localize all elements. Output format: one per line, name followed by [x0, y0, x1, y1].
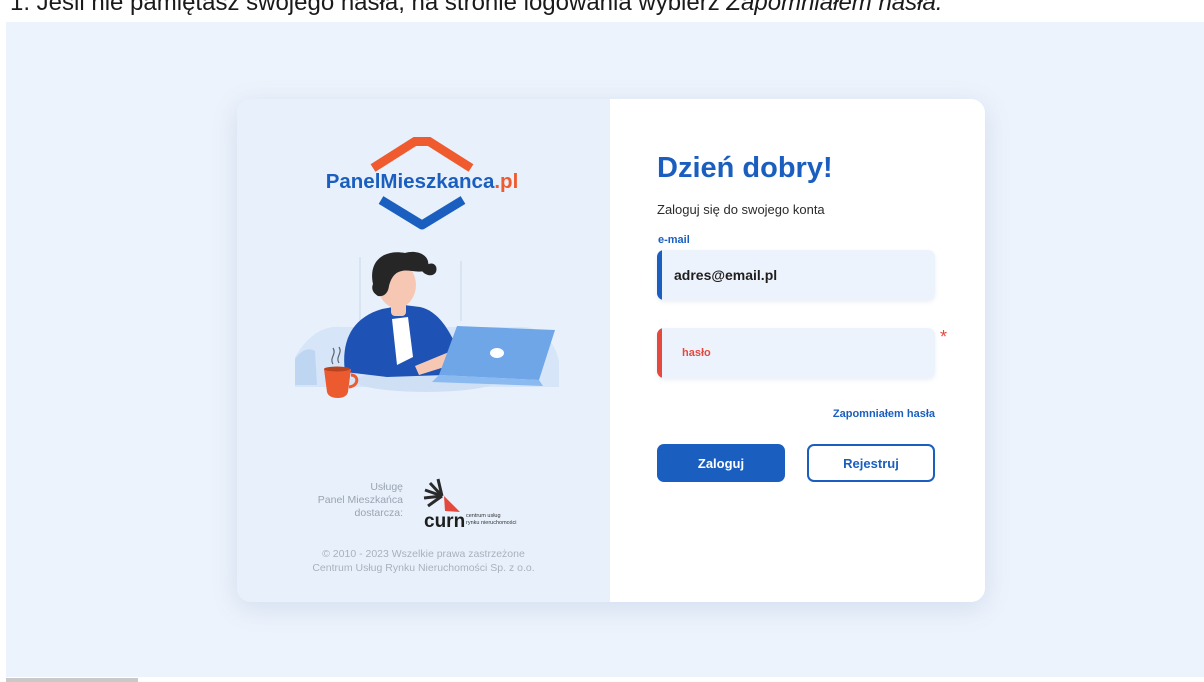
required-asterisk: *: [940, 327, 948, 347]
copyright-notice: © 2010 - 2023 Wszelkie prawa zastrzeżone…: [237, 547, 610, 575]
email-field-accent: [657, 250, 662, 300]
login-subtitle: Zaloguj się do swojego konta: [657, 202, 825, 217]
email-label: e-mail: [658, 234, 690, 246]
caption-emphasis: Zapomniałem hasła.: [726, 0, 943, 15]
password-input[interactable]: [682, 328, 932, 378]
forgot-password-link[interactable]: Zapomniałem hasła: [820, 408, 935, 420]
caption-text: 1. Jeśli nie pamiętasz swojego hasła, na…: [10, 0, 727, 15]
curn-logo: curn centrum usług rynku nieruchomości: [423, 478, 516, 532]
provider-line: dostarcza:: [354, 507, 403, 519]
email-field-container: [657, 250, 935, 300]
bottom-scrollbar-remnant: [6, 678, 138, 682]
branding-panel: PanelMieszkanca.pl Usługę Panel Mieszkań…: [237, 99, 610, 602]
greeting-heading: Dzień dobry!: [657, 152, 833, 184]
copyright-line: Centrum Usług Rynku Nieruchomości Sp. z …: [312, 562, 535, 574]
provider-text: Usługę Panel Mieszkańca dostarcza:: [299, 481, 403, 520]
curn-caption-line: centrum usług: [466, 513, 501, 519]
login-button[interactable]: Zaloguj: [657, 444, 785, 482]
curn-caption-line: rynku nieruchomości: [466, 520, 516, 526]
password-field-container: [657, 328, 935, 378]
logo-wordmark: PanelMieszkanca.pl: [326, 170, 519, 193]
copyright-line: © 2010 - 2023 Wszelkie prawa zastrzeżone: [322, 548, 525, 560]
register-button[interactable]: Rejestruj: [807, 444, 935, 482]
email-input[interactable]: [674, 250, 924, 300]
document-caption: 1. Jeśli nie pamiętasz swojego hasła, na…: [10, 0, 1200, 15]
login-form-panel: Dzień dobry! Zaloguj się do swojego kont…: [610, 99, 985, 602]
curn-wordmark: curn: [424, 511, 465, 532]
panelmieszkanca-logo: PanelMieszkanca.pl: [326, 137, 519, 230]
provider-line: Usługę: [370, 481, 403, 493]
password-field-error-accent: [657, 328, 662, 378]
logo-text-suffix: .pl: [494, 170, 518, 193]
provider-line: Panel Mieszkańca: [317, 494, 403, 506]
login-card: PanelMieszkanca.pl Usługę Panel Mieszkań…: [237, 99, 985, 602]
person-working-on-laptop-illustration: [295, 251, 559, 398]
logo-text-main: PanelMieszkanca: [326, 170, 495, 193]
